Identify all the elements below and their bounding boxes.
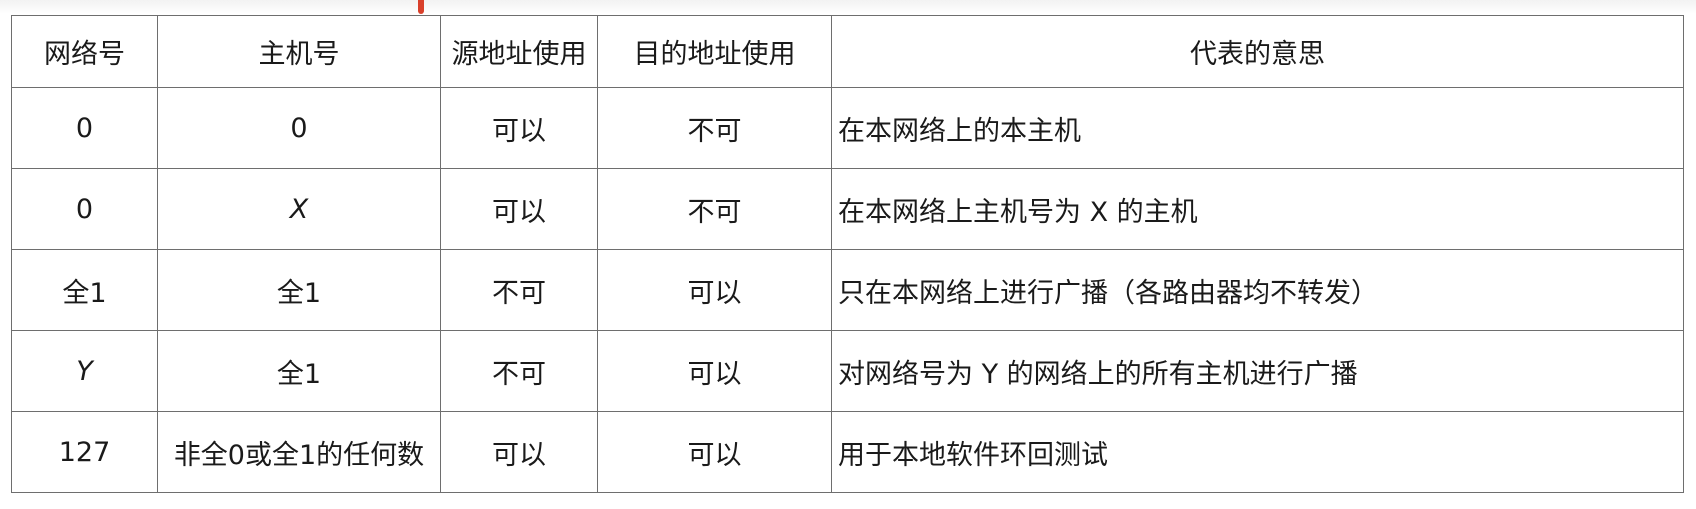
cell-network-number: Y (11, 330, 158, 412)
cell-meaning: 用于本地软件环回测试 (831, 411, 1684, 493)
cell-source-usage: 不可 (440, 249, 598, 331)
cell-host-number: 全1 (157, 330, 441, 412)
cell-meaning: 对网络号为 Y 的网络上的所有主机进行广播 (831, 330, 1684, 412)
table-row: 0 X 可以 不可 在本网络上主机号为 X 的主机 (11, 168, 1684, 250)
cell-destination-usage: 可以 (597, 249, 832, 331)
cell-source-usage: 可以 (440, 87, 598, 169)
cell-destination-usage: 不可 (597, 87, 832, 169)
cell-host-number: 非全0或全1的任何数 (157, 411, 441, 493)
special-ip-address-table: 网络号 主机号 源地址使用 目的地址使用 代表的意思 0 0 可以 不可 在本网… (11, 15, 1684, 493)
header-source-usage: 源地址使用 (440, 15, 598, 88)
header-destination-usage: 目的地址使用 (597, 15, 832, 88)
cell-meaning: 在本网络上主机号为 X 的主机 (831, 168, 1684, 250)
table-row: 127 非全0或全1的任何数 可以 可以 用于本地软件环回测试 (11, 411, 1684, 493)
cell-host-number: 全1 (157, 249, 441, 331)
cell-source-usage: 可以 (440, 411, 598, 493)
table-header-row: 网络号 主机号 源地址使用 目的地址使用 代表的意思 (11, 15, 1684, 88)
cell-source-usage: 不可 (440, 330, 598, 412)
cell-destination-usage: 不可 (597, 168, 832, 250)
header-network-number: 网络号 (11, 15, 158, 88)
cell-network-number: 全1 (11, 249, 158, 331)
cell-meaning: 在本网络上的本主机 (831, 87, 1684, 169)
cell-host-number: X (157, 168, 441, 250)
header-host-number: 主机号 (157, 15, 441, 88)
cell-network-number: 0 (11, 168, 158, 250)
cell-network-number: 127 (11, 411, 158, 493)
header-meaning: 代表的意思 (831, 15, 1684, 88)
cell-destination-usage: 可以 (597, 330, 832, 412)
cell-network-number: 0 (11, 87, 158, 169)
cell-meaning: 只在本网络上进行广播（各路由器均不转发） (831, 249, 1684, 331)
table-row: 全1 全1 不可 可以 只在本网络上进行广播（各路由器均不转发） (11, 249, 1684, 331)
cell-host-number: 0 (157, 87, 441, 169)
cell-destination-usage: 可以 (597, 411, 832, 493)
table-row: Y 全1 不可 可以 对网络号为 Y 的网络上的所有主机进行广播 (11, 330, 1684, 412)
red-pointer-mark (418, 0, 424, 14)
table-row: 0 0 可以 不可 在本网络上的本主机 (11, 87, 1684, 169)
cell-source-usage: 可以 (440, 168, 598, 250)
top-strip (0, 0, 1696, 14)
